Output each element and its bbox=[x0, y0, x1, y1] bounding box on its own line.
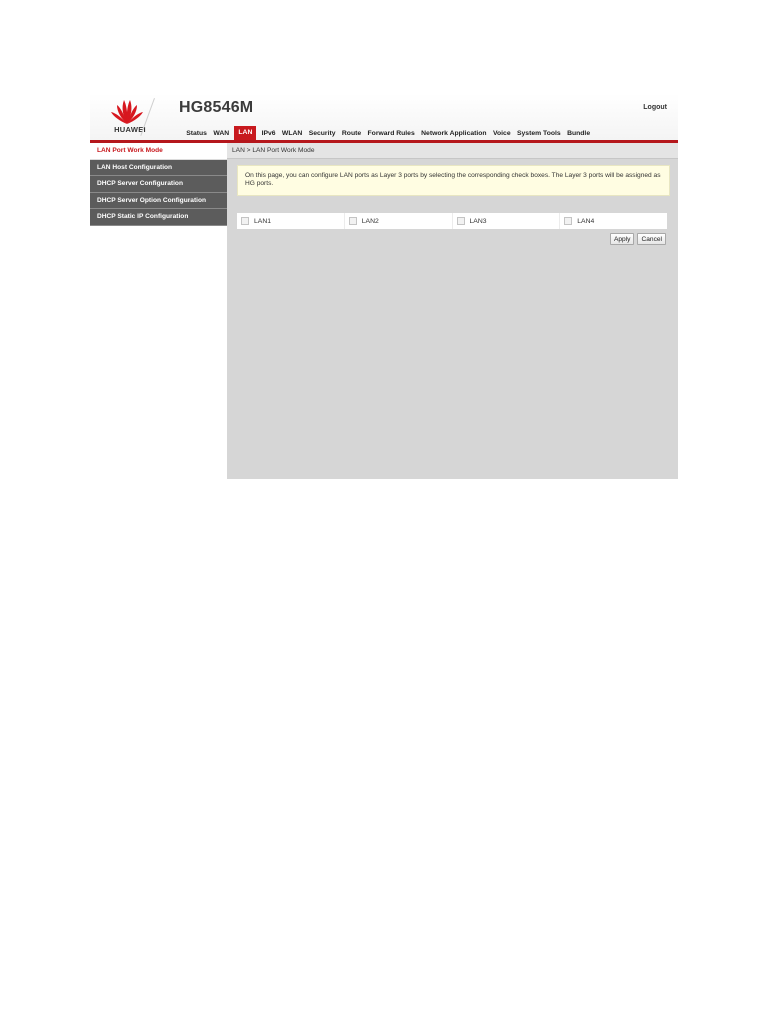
huawei-petals-icon bbox=[111, 100, 143, 124]
sidebar-item-lan-port-work-mode[interactable]: LAN Port Work Mode bbox=[90, 143, 227, 160]
sidebar-item-dhcp-static-ip-configuration[interactable]: DHCP Static IP Configuration bbox=[90, 209, 227, 226]
breadcrumb: LAN > LAN Port Work Mode bbox=[227, 143, 678, 159]
nav-item-wan[interactable]: WAN bbox=[210, 128, 232, 140]
nav-item-status[interactable]: Status bbox=[183, 128, 210, 140]
nav-item-voice[interactable]: Voice bbox=[490, 128, 514, 140]
logout-link[interactable]: Logout bbox=[643, 104, 667, 111]
main-content: LAN > LAN Port Work Mode On this page, y… bbox=[227, 143, 678, 479]
lan2-label: LAN2 bbox=[361, 218, 379, 225]
port-cell-lan3: LAN3 bbox=[453, 213, 561, 229]
sidebar-item-lan-host-configuration[interactable]: LAN Host Configuration bbox=[90, 159, 227, 176]
lan-port-row: LAN1 LAN2 LAN3 LAN4 bbox=[237, 213, 667, 229]
nav-item-ipv6[interactable]: IPv6 bbox=[258, 128, 278, 140]
sidebar: LAN Port Work Mode LAN Host Configuratio… bbox=[90, 143, 227, 479]
router-admin-page: HUAWEI HG8546M Logout Status WAN LAN IPv… bbox=[90, 94, 678, 479]
brand-name: HUAWEI bbox=[114, 125, 146, 134]
nav-item-forward-rules[interactable]: Forward Rules bbox=[364, 128, 418, 140]
lan4-label: LAN4 bbox=[577, 218, 595, 225]
sidebar-item-dhcp-server-configuration[interactable]: DHCP Server Configuration bbox=[90, 176, 227, 193]
device-model: HG8546M bbox=[179, 99, 254, 116]
sidebar-item-dhcp-server-option-configuration[interactable]: DHCP Server Option Configuration bbox=[90, 192, 227, 209]
nav-item-network-application[interactable]: Network Application bbox=[418, 128, 490, 140]
port-cell-lan2: LAN2 bbox=[345, 213, 453, 229]
form-buttons: Apply Cancel bbox=[609, 233, 666, 245]
lan1-label: LAN1 bbox=[254, 218, 272, 225]
nav-item-wlan[interactable]: WLAN bbox=[279, 128, 306, 140]
nav-item-lan[interactable]: LAN bbox=[234, 126, 257, 140]
cancel-button[interactable]: Cancel bbox=[637, 233, 666, 245]
lan2-checkbox[interactable] bbox=[348, 217, 357, 225]
nav-item-security[interactable]: Security bbox=[306, 128, 339, 140]
header: HUAWEI HG8546M Logout Status WAN LAN IPv… bbox=[90, 94, 678, 141]
nav-item-bundle[interactable]: Bundle bbox=[564, 128, 593, 140]
nav-item-system-tools[interactable]: System Tools bbox=[514, 128, 564, 140]
lan1-checkbox[interactable] bbox=[241, 217, 249, 225]
info-notice: On this page, you can configure LAN port… bbox=[237, 165, 670, 197]
top-nav: Status WAN LAN IPv6 WLAN Security Route … bbox=[183, 126, 593, 140]
apply-button[interactable]: Apply bbox=[609, 233, 635, 245]
port-cell-lan1: LAN1 bbox=[237, 213, 345, 229]
lan3-label: LAN3 bbox=[469, 218, 487, 225]
nav-item-route[interactable]: Route bbox=[339, 128, 365, 140]
lan4-checkbox[interactable] bbox=[564, 217, 573, 225]
lan3-checkbox[interactable] bbox=[456, 217, 465, 225]
port-cell-lan4: LAN4 bbox=[560, 213, 667, 229]
